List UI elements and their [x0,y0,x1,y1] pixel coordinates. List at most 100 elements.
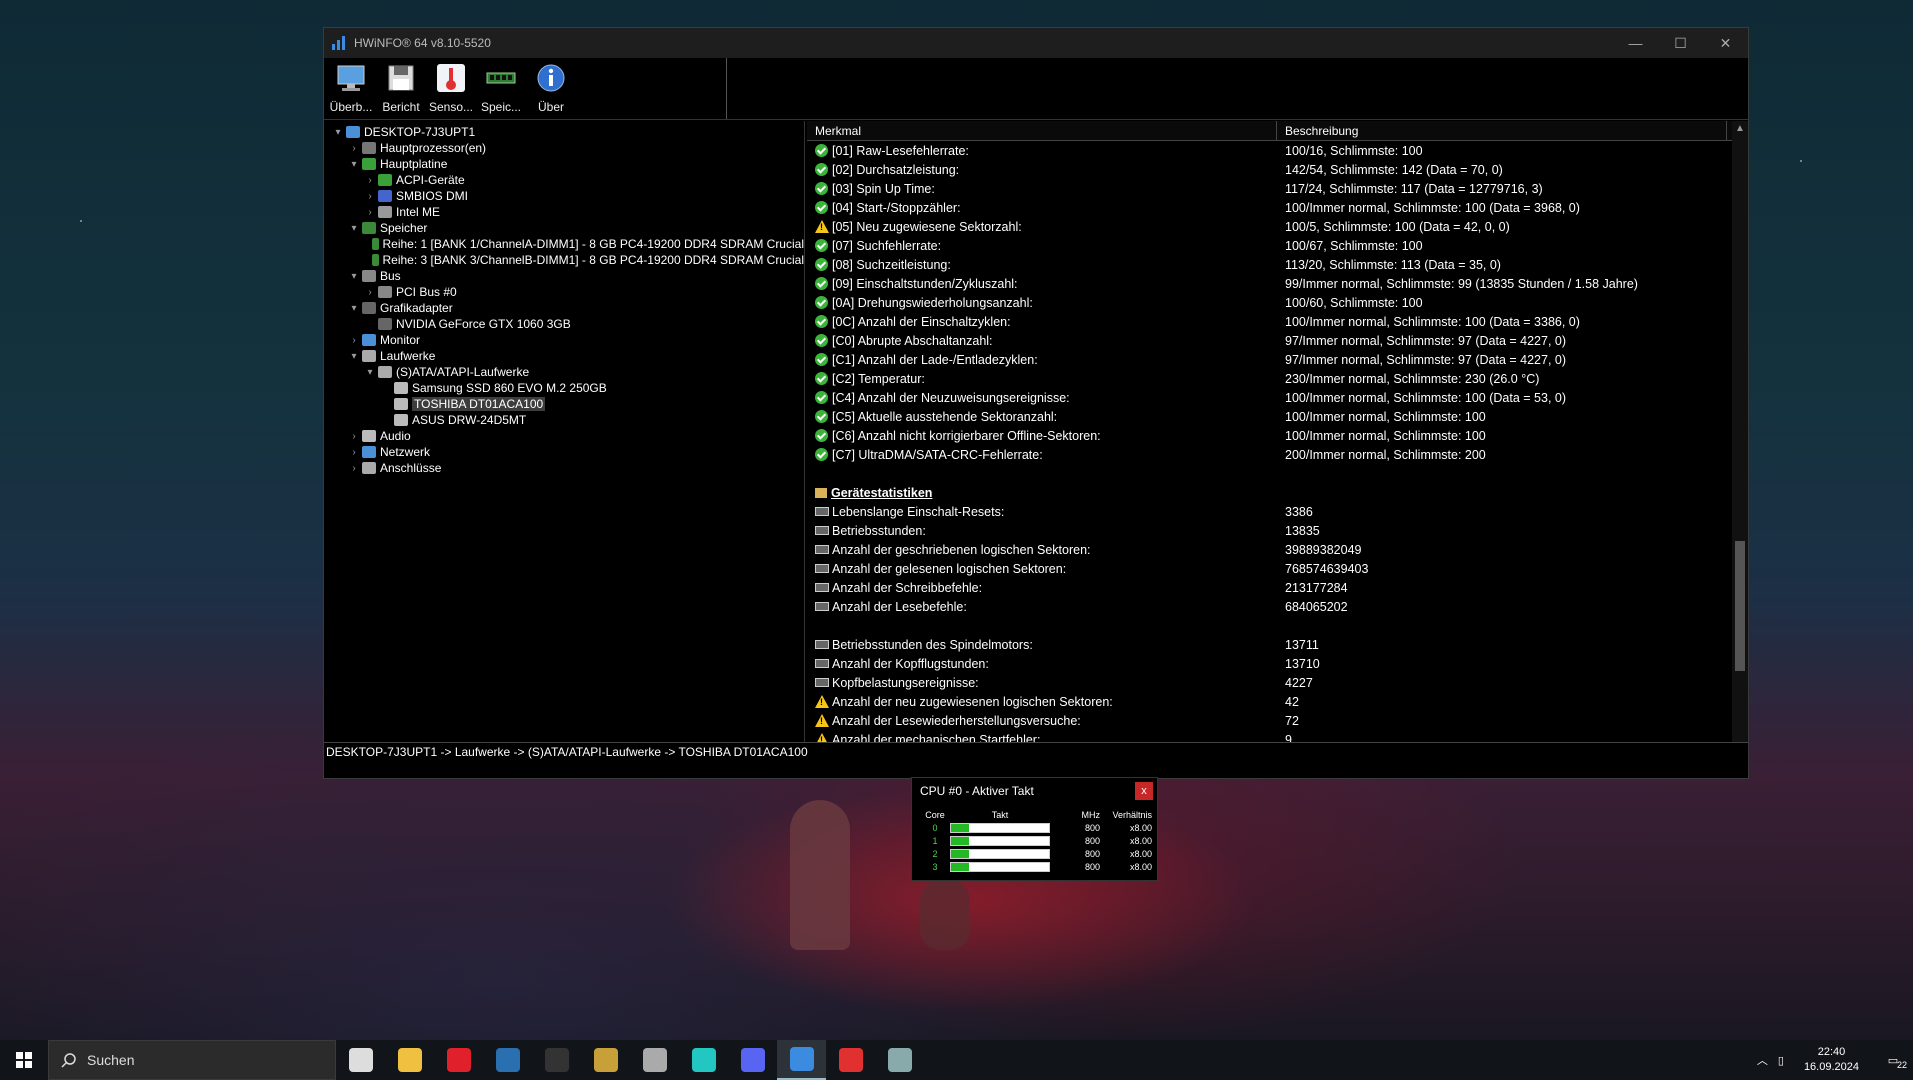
about-button[interactable]: Über [526,58,576,119]
tree-item[interactable]: Reihe: 1 [BANK 1/ChannelA-DIMM1] - 8 GB … [324,236,804,252]
minimize-button[interactable]: — [1613,28,1658,58]
tree-item[interactable]: › SMBIOS DMI [324,188,804,204]
detail-row[interactable]: Kopfbelastungsereignisse: 4227 [807,673,1748,692]
taskbar-app-button[interactable] [581,1040,630,1080]
tree-item[interactable]: ▾ DESKTOP-7J3UPT1 [324,124,804,140]
detail-row[interactable]: [C7] UltraDMA/SATA-CRC-Fehlerrate: 200/Im… [807,445,1748,464]
device-icon[interactable]: ▯ [1778,1054,1784,1067]
device-tree[interactable]: ▾ DESKTOP-7J3UPT1 › Hauptprozessor(en) ▾ Haup… [324,121,805,760]
title-bar[interactable]: HWiNFO® 64 v8.10-5520 — ☐ ✕ [324,28,1748,58]
chevron-right-icon[interactable]: › [348,447,360,458]
taskbar-app-button[interactable] [777,1040,826,1080]
taskbar-app-button[interactable] [434,1040,483,1080]
chevron-right-icon[interactable]: › [348,431,360,442]
detail-row[interactable]: [08] Suchzeitleistung: 113/20, Schlimmste… [807,255,1748,274]
detail-row[interactable]: Anzahl der Schreibbefehle: 213177284 [807,578,1748,597]
sensors-button[interactable]: Senso... [426,58,476,119]
column-header-beschreibung[interactable]: Beschreibung [1277,121,1727,140]
scroll-up-icon[interactable]: ▲ [1732,123,1748,134]
scroll-thumb[interactable] [1735,541,1745,671]
start-button[interactable] [0,1040,48,1080]
detail-row[interactable]: [09] Einschaltstunden/Zykluszahl: 99/Imme… [807,274,1748,293]
detail-row[interactable]: Betriebsstunden des Spindelmotors: 13711 [807,635,1748,654]
detail-row[interactable]: Betriebsstunden: 13835 [807,521,1748,540]
cpu-window-close-button[interactable]: x [1135,782,1153,800]
detail-row[interactable]: [07] Suchfehlerrate: 100/67, Schlimmste: … [807,236,1748,255]
taskbar-app-button[interactable] [875,1040,924,1080]
taskbar-app-button[interactable] [728,1040,777,1080]
detail-row[interactable]: Anzahl der Lesebefehle: 684065202 [807,597,1748,616]
tree-item[interactable]: ▾ (S)ATA/ATAPI-Laufwerke [324,364,804,380]
details-vertical-scrollbar[interactable]: ▲ ▼ [1732,121,1748,760]
memory-button[interactable]: Speic... [476,58,526,119]
chevron-down-icon[interactable]: ▾ [348,303,360,314]
detail-row[interactable]: Lebenslange Einschalt-Resets: 3386 [807,502,1748,521]
detail-row[interactable]: [01] Raw-Lesefehlerrate: 100/16, Schlimms… [807,141,1748,160]
detail-row[interactable]: [C0] Abrupte Abschaltanzahl: 97/Immer nor… [807,331,1748,350]
detail-row[interactable]: [C4] Anzahl der Neuzuweisungsereignisse:… [807,388,1748,407]
taskbar-app-button[interactable] [826,1040,875,1080]
taskbar-app-button[interactable] [336,1040,385,1080]
detail-row[interactable]: Anzahl der neu zugewiesenen logischen Se… [807,692,1748,711]
detail-row[interactable]: Anzahl der Kopfflugstunden: 13710 [807,654,1748,673]
tree-item[interactable]: Samsung SSD 860 EVO M.2 250GB [324,380,804,396]
detail-row[interactable]: [02] Durchsatzleistung: 142/54, Schlimmst… [807,160,1748,179]
clock[interactable]: 22:40 16.09.2024 [1790,1045,1873,1075]
chevron-down-icon[interactable]: ▾ [348,223,360,234]
chevron-right-icon[interactable]: › [348,335,360,346]
chevron-up-icon[interactable]: ︿ [1757,1052,1768,1068]
detail-row[interactable]: Anzahl der Lesewiederherstellungsversuch… [807,711,1748,730]
detail-row[interactable]: Gerätestatistiken [807,483,1748,502]
chevron-right-icon[interactable]: › [364,191,376,202]
taskbar-search[interactable]: Suchen [48,1040,336,1080]
detail-row[interactable]: [05] Neu zugewiesene Sektorzahl: 100/5, S… [807,217,1748,236]
tree-item[interactable]: ▾ Hauptplatine [324,156,804,172]
detail-row[interactable]: [C1] Anzahl der Lade-/Entladezyklen: 97/I… [807,350,1748,369]
chevron-down-icon[interactable]: ▾ [348,271,360,282]
tree-item[interactable]: › Anschlüsse [324,460,804,476]
maximize-button[interactable]: ☐ [1658,28,1703,58]
tree-item[interactable]: › ACPI-Geräte [324,172,804,188]
close-button[interactable]: ✕ [1703,28,1748,58]
tree-item[interactable]: ASUS DRW-24D5MT [324,412,804,428]
report-button[interactable]: Bericht [376,58,426,119]
tree-item[interactable]: › Intel ME [324,204,804,220]
chevron-right-icon[interactable]: › [364,287,376,298]
summary-button[interactable]: Überb... [326,58,376,119]
cpu-window-title-bar[interactable]: CPU #0 - Aktiver Takt x [912,778,1157,804]
detail-row[interactable]: Anzahl der gelesenen logischen Sektoren:… [807,559,1748,578]
taskbar-app-button[interactable] [679,1040,728,1080]
taskbar-app-button[interactable] [483,1040,532,1080]
tree-item[interactable]: ▾ Laufwerke [324,348,804,364]
tree-item[interactable]: ▾ Bus [324,268,804,284]
detail-row[interactable]: [04] Start-/Stoppzähler: 100/Immer normal… [807,198,1748,217]
tree-item[interactable]: › Monitor [324,332,804,348]
detail-row[interactable]: [C5] Aktuelle ausstehende Sektoranzahl: 1… [807,407,1748,426]
chevron-down-icon[interactable]: ▾ [348,351,360,362]
chevron-down-icon[interactable]: ▾ [348,159,360,170]
chevron-right-icon[interactable]: › [348,463,360,474]
detail-row[interactable]: [0C] Anzahl der Einschaltzyklen: 100/Imme… [807,312,1748,331]
tree-item[interactable]: › Hauptprozessor(en) [324,140,804,156]
tree-item[interactable]: › PCI Bus #0 [324,284,804,300]
column-header-merkmal[interactable]: Merkmal [807,121,1277,140]
taskbar-app-button[interactable] [532,1040,581,1080]
notification-button[interactable]: ▭ 22 [1873,1054,1913,1070]
tree-item[interactable]: ▾ Grafikadapter [324,300,804,316]
chevron-down-icon[interactable]: ▾ [364,367,376,378]
detail-row[interactable]: [03] Spin Up Time: 117/24, Schlimmste: 11… [807,179,1748,198]
tree-item[interactable]: › Audio [324,428,804,444]
tree-item[interactable]: ▾ Speicher [324,220,804,236]
chevron-right-icon[interactable]: › [364,207,376,218]
taskbar-app-button[interactable] [385,1040,434,1080]
chevron-right-icon[interactable]: › [364,175,376,186]
taskbar-app-button[interactable] [630,1040,679,1080]
detail-row[interactable] [807,464,1748,483]
detail-row[interactable]: [0A] Drehungswiederholungsanzahl: 100/60,… [807,293,1748,312]
tree-item[interactable]: TOSHIBA DT01ACA100 [324,396,804,412]
detail-row[interactable]: Anzahl der geschriebenen logischen Sekto… [807,540,1748,559]
detail-row[interactable]: [C6] Anzahl nicht korrigierbarer Offline… [807,426,1748,445]
detail-row[interactable] [807,616,1748,635]
chevron-right-icon[interactable]: › [348,143,360,154]
tree-item[interactable]: Reihe: 3 [BANK 3/ChannelB-DIMM1] - 8 GB … [324,252,804,268]
